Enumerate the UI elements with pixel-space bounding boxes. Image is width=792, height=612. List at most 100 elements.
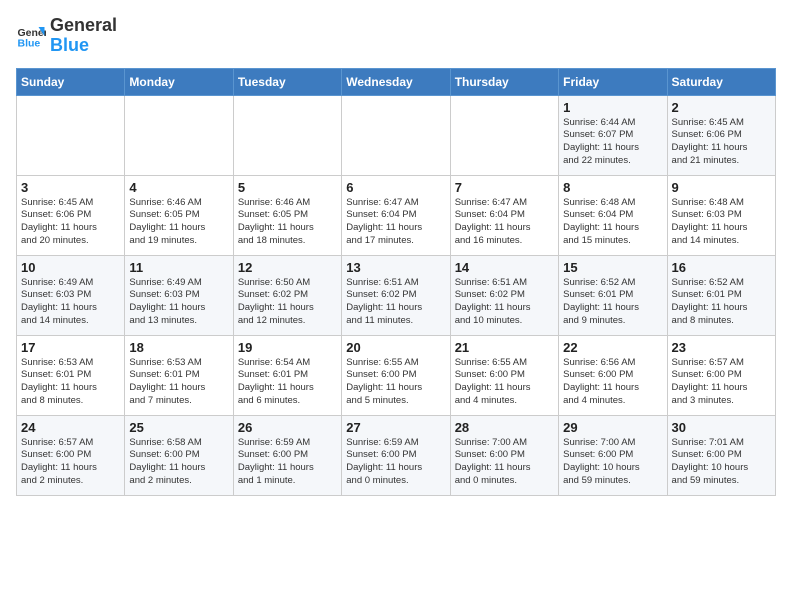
- weekday-header-thursday: Thursday: [450, 68, 558, 95]
- weekday-header-sunday: Sunday: [17, 68, 125, 95]
- calendar-cell: 23Sunrise: 6:57 AM Sunset: 6:00 PM Dayli…: [667, 335, 775, 415]
- day-info: Sunrise: 6:54 AM Sunset: 6:01 PM Dayligh…: [238, 357, 337, 408]
- day-number: 18: [129, 340, 228, 355]
- day-number: 21: [455, 340, 554, 355]
- day-info: Sunrise: 7:01 AM Sunset: 6:00 PM Dayligh…: [672, 437, 771, 488]
- day-info: Sunrise: 6:59 AM Sunset: 6:00 PM Dayligh…: [238, 437, 337, 488]
- day-info: Sunrise: 6:53 AM Sunset: 6:01 PM Dayligh…: [129, 357, 228, 408]
- day-info: Sunrise: 6:49 AM Sunset: 6:03 PM Dayligh…: [129, 277, 228, 328]
- calendar-cell: 2 Sunrise: 6:45 AM Sunset: 6:06 PM Daylig…: [667, 95, 775, 175]
- calendar-cell: 21Sunrise: 6:55 AM Sunset: 6:00 PM Dayli…: [450, 335, 558, 415]
- calendar-cell: 14 Sunrise: 6:51 AM Sunset: 6:02 PM Dayli…: [450, 255, 558, 335]
- calendar-cell: [450, 95, 558, 175]
- day-number: 26: [238, 420, 337, 435]
- calendar-cell: 5 Sunrise: 6:46 AM Sunset: 6:05 PM Daylig…: [233, 175, 341, 255]
- day-number: 23: [672, 340, 771, 355]
- calendar-cell: 17 Sunrise: 6:53 AM Sunset: 6:01 PM Dayli…: [17, 335, 125, 415]
- day-info: Sunrise: 6:58 AM Sunset: 6:00 PM Dayligh…: [129, 437, 228, 488]
- day-number: 12: [238, 260, 337, 275]
- calendar-cell: 15 Sunrise: 6:52 AM Sunset: 6:01 PM Dayli…: [559, 255, 667, 335]
- day-number: 20: [346, 340, 445, 355]
- calendar-cell: 16 Sunrise: 6:52 AM Sunset: 6:01 PM Dayli…: [667, 255, 775, 335]
- day-info: Sunrise: 6:48 AM Sunset: 6:03 PM Dayligh…: [672, 197, 771, 248]
- logo: General Blue GeneralBlue: [16, 16, 117, 56]
- calendar-week-row: 10 Sunrise: 6:49 AM Sunset: 6:03 PM Dayli…: [17, 255, 776, 335]
- calendar-cell: 28 Sunrise: 7:00 AM Sunset: 6:00 PM Dayli…: [450, 415, 558, 495]
- calendar-cell: 8 Sunrise: 6:48 AM Sunset: 6:04 PM Daylig…: [559, 175, 667, 255]
- calendar-week-row: 17 Sunrise: 6:53 AM Sunset: 6:01 PM Dayli…: [17, 335, 776, 415]
- day-number: 5: [238, 180, 337, 195]
- day-info: Sunrise: 6:51 AM Sunset: 6:02 PM Dayligh…: [455, 277, 554, 328]
- day-info: Sunrise: 7:00 AM Sunset: 6:00 PM Dayligh…: [455, 437, 554, 488]
- day-info: Sunrise: 6:47 AM Sunset: 6:04 PM Dayligh…: [346, 197, 445, 248]
- day-number: 3: [21, 180, 120, 195]
- calendar-cell: 18 Sunrise: 6:53 AM Sunset: 6:01 PM Dayli…: [125, 335, 233, 415]
- calendar-cell: 19 Sunrise: 6:54 AM Sunset: 6:01 PM Dayli…: [233, 335, 341, 415]
- day-number: 8: [563, 180, 662, 195]
- calendar-week-row: 3 Sunrise: 6:45 AM Sunset: 6:06 PM Daylig…: [17, 175, 776, 255]
- calendar-cell: 3 Sunrise: 6:45 AM Sunset: 6:06 PM Daylig…: [17, 175, 125, 255]
- calendar-cell: 12 Sunrise: 6:50 AM Sunset: 6:02 PM Dayli…: [233, 255, 341, 335]
- calendar-cell: 24Sunrise: 6:57 AM Sunset: 6:00 PM Dayli…: [17, 415, 125, 495]
- calendar-cell: [233, 95, 341, 175]
- day-info: Sunrise: 6:45 AM Sunset: 6:06 PM Dayligh…: [21, 197, 120, 248]
- day-number: 22: [563, 340, 662, 355]
- day-info: Sunrise: 6:47 AM Sunset: 6:04 PM Dayligh…: [455, 197, 554, 248]
- day-number: 10: [21, 260, 120, 275]
- calendar-cell: [17, 95, 125, 175]
- day-number: 16: [672, 260, 771, 275]
- day-number: 2: [672, 100, 771, 115]
- calendar-cell: 27 Sunrise: 6:59 AM Sunset: 6:00 PM Dayli…: [342, 415, 450, 495]
- day-number: 27: [346, 420, 445, 435]
- day-info: Sunrise: 6:46 AM Sunset: 6:05 PM Dayligh…: [238, 197, 337, 248]
- day-number: 15: [563, 260, 662, 275]
- day-number: 6: [346, 180, 445, 195]
- day-info: Sunrise: 6:53 AM Sunset: 6:01 PM Dayligh…: [21, 357, 120, 408]
- day-number: 1: [563, 100, 662, 115]
- calendar-table: SundayMondayTuesdayWednesdayThursdayFrid…: [16, 68, 776, 496]
- calendar-cell: [125, 95, 233, 175]
- day-info: Sunrise: 6:56 AM Sunset: 6:00 PM Dayligh…: [563, 357, 662, 408]
- calendar-cell: 7 Sunrise: 6:47 AM Sunset: 6:04 PM Daylig…: [450, 175, 558, 255]
- day-number: 9: [672, 180, 771, 195]
- day-info: Sunrise: 6:48 AM Sunset: 6:04 PM Dayligh…: [563, 197, 662, 248]
- weekday-header-friday: Friday: [559, 68, 667, 95]
- day-number: 17: [21, 340, 120, 355]
- calendar-cell: 13Sunrise: 6:51 AM Sunset: 6:02 PM Dayli…: [342, 255, 450, 335]
- weekday-header-wednesday: Wednesday: [342, 68, 450, 95]
- calendar-cell: [342, 95, 450, 175]
- header: General Blue GeneralBlue: [16, 16, 776, 56]
- day-info: Sunrise: 6:52 AM Sunset: 6:01 PM Dayligh…: [563, 277, 662, 328]
- svg-text:Blue: Blue: [18, 37, 41, 49]
- weekday-header-saturday: Saturday: [667, 68, 775, 95]
- day-info: Sunrise: 6:57 AM Sunset: 6:00 PM Dayligh…: [21, 437, 120, 488]
- calendar-cell: 30 Sunrise: 7:01 AM Sunset: 6:00 PM Dayli…: [667, 415, 775, 495]
- day-number: 29: [563, 420, 662, 435]
- day-info: Sunrise: 6:50 AM Sunset: 6:02 PM Dayligh…: [238, 277, 337, 328]
- logo-icon: General Blue: [16, 21, 46, 51]
- day-info: Sunrise: 6:52 AM Sunset: 6:01 PM Dayligh…: [672, 277, 771, 328]
- day-info: Sunrise: 6:59 AM Sunset: 6:00 PM Dayligh…: [346, 437, 445, 488]
- day-number: 30: [672, 420, 771, 435]
- calendar-cell: 26 Sunrise: 6:59 AM Sunset: 6:00 PM Dayli…: [233, 415, 341, 495]
- calendar-week-row: 1Sunrise: 6:44 AM Sunset: 6:07 PM Daylig…: [17, 95, 776, 175]
- day-number: 25: [129, 420, 228, 435]
- day-info: Sunrise: 6:45 AM Sunset: 6:06 PM Dayligh…: [672, 117, 771, 168]
- day-info: Sunrise: 6:49 AM Sunset: 6:03 PM Dayligh…: [21, 277, 120, 328]
- calendar-week-row: 24Sunrise: 6:57 AM Sunset: 6:00 PM Dayli…: [17, 415, 776, 495]
- calendar-cell: 4Sunrise: 6:46 AM Sunset: 6:05 PM Daylig…: [125, 175, 233, 255]
- day-info: Sunrise: 6:55 AM Sunset: 6:00 PM Dayligh…: [346, 357, 445, 408]
- calendar-cell: 25 Sunrise: 6:58 AM Sunset: 6:00 PM Dayli…: [125, 415, 233, 495]
- calendar-cell: 9 Sunrise: 6:48 AM Sunset: 6:03 PM Daylig…: [667, 175, 775, 255]
- calendar-cell: 1Sunrise: 6:44 AM Sunset: 6:07 PM Daylig…: [559, 95, 667, 175]
- day-number: 4: [129, 180, 228, 195]
- day-number: 7: [455, 180, 554, 195]
- calendar-cell: 10 Sunrise: 6:49 AM Sunset: 6:03 PM Dayli…: [17, 255, 125, 335]
- calendar-cell: 20 Sunrise: 6:55 AM Sunset: 6:00 PM Dayli…: [342, 335, 450, 415]
- day-info: Sunrise: 6:51 AM Sunset: 6:02 PM Dayligh…: [346, 277, 445, 328]
- day-number: 14: [455, 260, 554, 275]
- day-number: 19: [238, 340, 337, 355]
- weekday-header-monday: Monday: [125, 68, 233, 95]
- day-number: 28: [455, 420, 554, 435]
- calendar-cell: 22 Sunrise: 6:56 AM Sunset: 6:00 PM Dayli…: [559, 335, 667, 415]
